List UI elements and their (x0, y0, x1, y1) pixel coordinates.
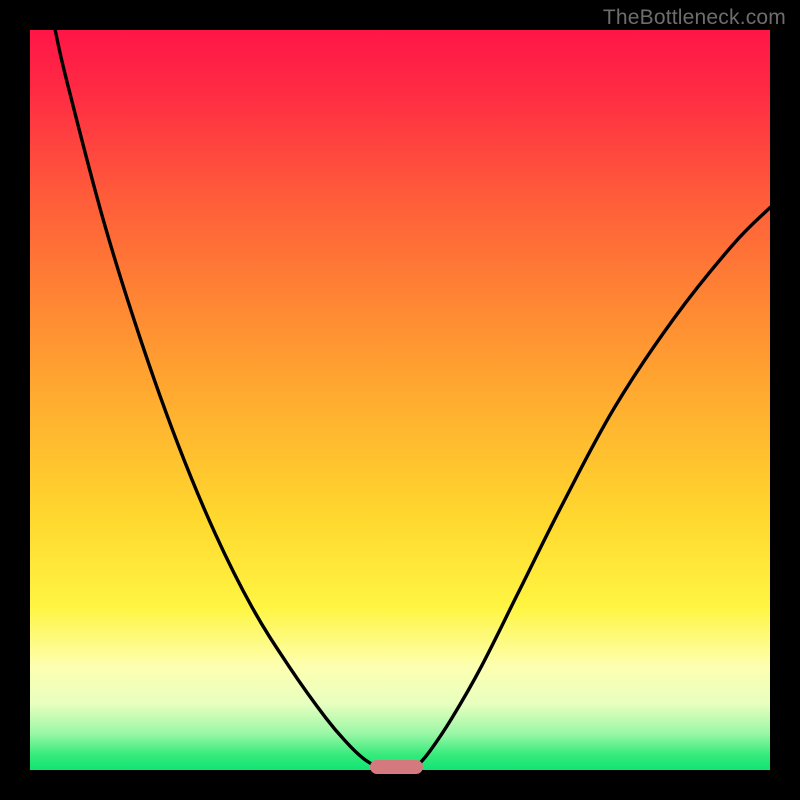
watermark-text: TheBottleneck.com (603, 6, 786, 30)
curves-svg (30, 30, 770, 770)
chart-container: TheBottleneck.com (0, 0, 800, 800)
plot-area (30, 30, 770, 770)
left-curve (55, 30, 375, 766)
right-curve (417, 208, 770, 767)
optimal-range-marker (370, 760, 423, 774)
